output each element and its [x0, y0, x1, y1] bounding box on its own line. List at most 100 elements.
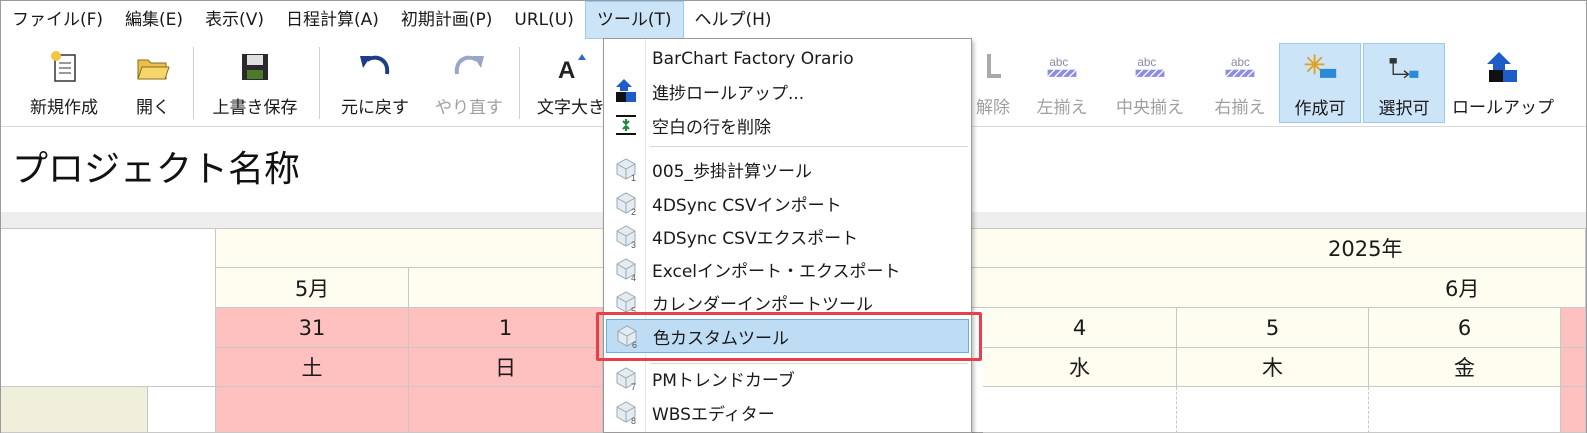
- rollup-button[interactable]: ロールアップ: [1452, 43, 1554, 123]
- day-cell: 4: [983, 308, 1177, 348]
- redo-button-label: やり直す: [435, 98, 503, 118]
- select-enable-toggle[interactable]: 選択可: [1363, 43, 1445, 123]
- menu-tools[interactable]: ツール(T): [584, 1, 684, 39]
- rollup-arrow-icon: [1485, 47, 1521, 87]
- align-left-icon: abc: [1044, 47, 1080, 87]
- open-button[interactable]: 開く: [125, 43, 181, 123]
- year-label: 2025年: [1328, 237, 1403, 261]
- menu-item-progress-rollup[interactable]: 進捗ロールアップ...: [606, 75, 969, 107]
- align-right-button-label: 右揃え: [1214, 98, 1266, 118]
- svg-text:abc: abc: [1231, 56, 1250, 69]
- menu-view[interactable]: 表示(V): [194, 1, 275, 39]
- timeline-cell[interactable]: [409, 387, 603, 433]
- delete-blank-rows-icon: [606, 109, 646, 141]
- menu-item-tool-3[interactable]: 3 4DSync CSVエクスポート: [606, 220, 969, 252]
- weekday-cell: 木: [1177, 348, 1369, 387]
- day-number: 6: [1457, 315, 1472, 340]
- menu-edit[interactable]: 編集(E): [114, 1, 194, 39]
- tool-cube-icon: 8: [606, 396, 646, 428]
- rollup-arrow-icon: [606, 75, 646, 107]
- weekday-cell: 日: [409, 348, 603, 387]
- svg-text:abc: abc: [1137, 56, 1156, 69]
- timeline-cell[interactable]: [1177, 387, 1369, 433]
- day-cell: [1561, 308, 1586, 348]
- menu-item-label: 4DSync CSVエクスポート: [652, 228, 859, 249]
- menu-url[interactable]: URL(U): [503, 1, 584, 39]
- menu-item-tool-7[interactable]: 7 PMトレンドカーブ: [606, 362, 969, 394]
- ungroup-button[interactable]: 解除: [967, 43, 1019, 123]
- ungroup-button-label: 解除: [976, 98, 1010, 118]
- toolbar-separator: [519, 47, 520, 119]
- align-right-button[interactable]: abc 右揃え: [1207, 43, 1273, 123]
- save-button-label: 上書き保存: [212, 98, 298, 118]
- svg-text:4: 4: [631, 273, 636, 282]
- day-cell: 6: [1369, 308, 1561, 348]
- new-button-label: 新規作成: [30, 98, 98, 118]
- font-size-button-label: 文字大き: [537, 98, 605, 118]
- day-number: 4: [1072, 315, 1087, 340]
- svg-text:2: 2: [631, 207, 636, 216]
- menu-item-tool-8[interactable]: 8 WBSエディター: [606, 396, 969, 428]
- menu-item-tool-4[interactable]: 4 Excelインポート・エクスポート: [606, 253, 969, 285]
- day-number: 5: [1265, 315, 1280, 340]
- timeline-cell[interactable]: [1369, 387, 1561, 433]
- menu-item-tool-2[interactable]: 2 4DSync CSVインポート: [606, 187, 969, 219]
- timeline-cell[interactable]: [1561, 387, 1586, 433]
- toolbar-separator: [193, 47, 194, 119]
- undo-button[interactable]: 元に戻す: [335, 43, 415, 123]
- svg-text:1: 1: [631, 173, 636, 182]
- timeline-cell[interactable]: [216, 387, 409, 433]
- save-disk-icon: [237, 47, 273, 87]
- save-button[interactable]: 上書き保存: [205, 43, 305, 123]
- menu-item-label: PMトレンドカーブ: [652, 370, 795, 391]
- new-button[interactable]: 新規作成: [21, 43, 107, 123]
- svg-text:3: 3: [631, 240, 636, 249]
- align-right-icon: abc: [1222, 47, 1258, 87]
- menu-file[interactable]: ファイル(F): [1, 1, 114, 39]
- menu-item-label: 4DSync CSVインポート: [652, 195, 842, 216]
- menu-separator: [650, 146, 968, 147]
- font-size-button[interactable]: A 文字大き: [531, 43, 611, 123]
- weekday-cell: 金: [1369, 348, 1561, 387]
- toolbar-separator: [319, 47, 320, 119]
- svg-text:8: 8: [631, 416, 636, 425]
- menu-help[interactable]: ヘルプ(H): [684, 1, 783, 39]
- svg-text:7: 7: [631, 382, 636, 391]
- tool-cube-icon: 3: [606, 220, 646, 252]
- svg-text:abc: abc: [1049, 56, 1068, 69]
- day-cell: 1: [409, 308, 603, 348]
- timeline-cell[interactable]: [983, 387, 1177, 433]
- task-row-cell[interactable]: [1, 387, 148, 433]
- create-sparkle-icon: [1302, 48, 1338, 88]
- month-may-label: 5月: [294, 276, 330, 301]
- svg-text:A: A: [558, 57, 575, 82]
- menu-schedule-calc[interactable]: 日程計算(A): [275, 1, 390, 39]
- tools-dropdown-menu: BarChart Factory Orario 進捗ロールアップ... 空白の行…: [603, 38, 972, 433]
- day-number: 31: [298, 315, 326, 340]
- menu-item-delete-blank-rows[interactable]: 空白の行を削除: [606, 109, 969, 141]
- menu-item-label: BarChart Factory Orario: [652, 49, 854, 69]
- align-center-button[interactable]: abc 中央揃え: [1109, 43, 1191, 123]
- weekday-label: 木: [1262, 356, 1283, 380]
- menu-item-barchart-factory[interactable]: BarChart Factory Orario: [606, 43, 969, 75]
- menu-item-label: 空白の行を削除: [652, 117, 771, 138]
- task-row-cell[interactable]: [148, 387, 216, 433]
- align-left-button-label: 左揃え: [1036, 98, 1088, 118]
- redo-button[interactable]: やり直す: [429, 43, 509, 123]
- day-cell: 31: [216, 308, 409, 348]
- day-cell: 5: [1177, 308, 1369, 348]
- menubar: ファイル(F) 編集(E) 表示(V) 日程計算(A) 初期計画(P) URL(…: [1, 1, 1586, 39]
- menu-item-tool-1[interactable]: 1 005_歩掛計算ツール: [606, 153, 969, 185]
- tool-cube-icon: 2: [606, 187, 646, 219]
- month-june-label: 6月: [1445, 276, 1480, 301]
- redo-arrow-icon: [451, 47, 487, 87]
- create-enable-toggle[interactable]: 作成可: [1279, 43, 1361, 123]
- align-left-button[interactable]: abc 左揃え: [1029, 43, 1095, 123]
- month-may-cell: 5月: [216, 268, 409, 308]
- project-title: プロジェクト名称: [12, 149, 301, 190]
- rollup-button-label: ロールアップ: [1452, 98, 1554, 118]
- select-link-icon: [1386, 48, 1422, 88]
- menu-initial-plan[interactable]: 初期計画(P): [390, 1, 504, 39]
- ungroup-icon: [975, 47, 1011, 87]
- undo-button-label: 元に戻す: [341, 98, 409, 118]
